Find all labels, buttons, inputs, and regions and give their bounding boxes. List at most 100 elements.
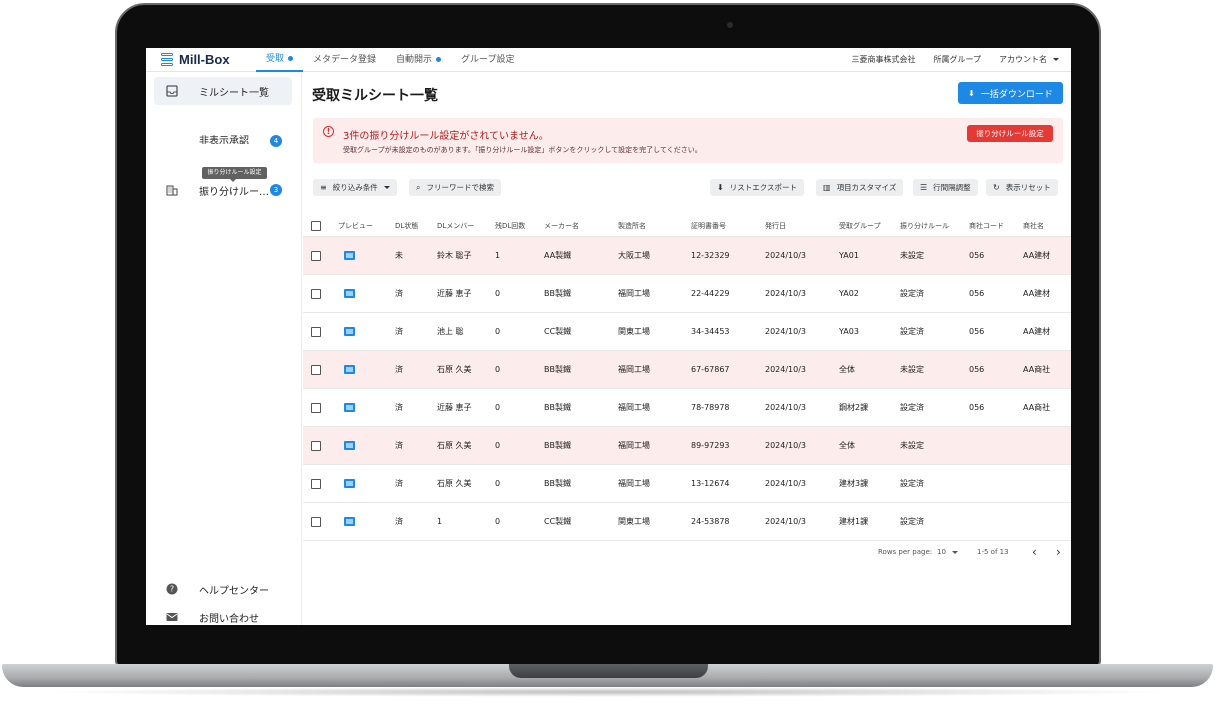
cell-trader-code: 056 bbox=[969, 251, 985, 260]
prev-page-icon[interactable]: ‹ bbox=[1032, 545, 1037, 559]
cell-plant: 関東工場 bbox=[618, 327, 650, 336]
row-checkbox[interactable] bbox=[311, 441, 321, 451]
cell-trader-code: 056 bbox=[969, 403, 985, 412]
cell-maker: BB製鐵 bbox=[544, 289, 571, 298]
bulk-download-button[interactable]: ⬇ 一括ダウンロード bbox=[958, 82, 1063, 104]
caret-down-icon bbox=[383, 186, 390, 189]
header-issue-date[interactable]: 発行日 bbox=[765, 221, 786, 231]
header-preview[interactable]: プレビュー bbox=[338, 221, 373, 231]
laptop-shadow bbox=[40, 687, 1175, 697]
preview-icon[interactable] bbox=[344, 403, 355, 412]
export-button[interactable]: ⬇ リストエクスポート bbox=[710, 179, 804, 196]
row-checkbox[interactable] bbox=[311, 479, 321, 489]
cell-maker: BB製鐵 bbox=[544, 403, 571, 412]
logo[interactable]: Mill-Box bbox=[160, 52, 256, 67]
cell-remaining-dl: 1 bbox=[495, 251, 501, 260]
rows-per-page-select[interactable]: 10 bbox=[937, 548, 958, 556]
table-row[interactable]: 済 近藤 恵子 0 BB製鐵 福岡工場 78-78978 2024/10/3 鋼材2課 設定済 0… bbox=[303, 389, 1071, 427]
sidebar-item-hidden-approval[interactable]: 非表示承認 bbox=[199, 135, 249, 144]
header-remaining-dl[interactable]: 残DL回数 bbox=[495, 221, 525, 231]
header-trader-name[interactable]: 商社名 bbox=[1023, 221, 1044, 231]
table-row[interactable]: 済 池上 聡 0 CC製鐵 関東工場 34-34453 2024/10/3 YA03 設定済 05… bbox=[303, 313, 1071, 351]
filter-label: 絞り込み条件 bbox=[332, 183, 378, 192]
cell-dl-member: 石原 久美 bbox=[437, 365, 472, 374]
tab-metadata[interactable]: メタデータ登録 bbox=[303, 48, 386, 72]
cell-plant: 福岡工場 bbox=[618, 403, 650, 412]
tab-group-settings[interactable]: グループ設定 bbox=[451, 48, 524, 72]
density-icon: ☰ bbox=[920, 183, 928, 192]
header-group[interactable]: 受取グループ bbox=[839, 221, 881, 231]
cell-cert-number: 67-67867 bbox=[691, 365, 730, 374]
header-trader-code[interactable]: 商社コード bbox=[969, 221, 1004, 231]
sidebar-item-help[interactable]: ? ヘルプセンター bbox=[154, 575, 292, 603]
table-row[interactable]: 済 石原 久美 0 BB製鐵 福岡工場 89-97293 2024/10/3 全体 未設定 bbox=[303, 427, 1071, 465]
header-plant[interactable]: 製造所名 bbox=[618, 221, 646, 231]
preview-icon[interactable] bbox=[344, 289, 355, 298]
reset-view-button[interactable]: ↻ 表示リセット bbox=[986, 179, 1058, 196]
filter-button[interactable]: ≡ 絞り込み条件 bbox=[313, 179, 397, 196]
row-checkbox[interactable] bbox=[311, 517, 321, 527]
cell-rule: 設定済 bbox=[900, 517, 924, 526]
cell-group: 鋼材2課 bbox=[839, 403, 869, 412]
next-page-icon[interactable]: › bbox=[1056, 545, 1061, 559]
cell-rule: 設定済 bbox=[900, 403, 924, 412]
row-checkbox[interactable] bbox=[311, 403, 321, 413]
header-dl-status[interactable]: DL状態 bbox=[395, 221, 418, 231]
account-menu[interactable]: アカウント名 bbox=[999, 54, 1059, 65]
account-label: アカウント名 bbox=[999, 55, 1047, 64]
search-icon: ⌕ bbox=[416, 182, 421, 192]
header-cert-number[interactable]: 証明書番号 bbox=[691, 221, 726, 231]
cell-rule: 未設定 bbox=[900, 441, 924, 450]
table-row[interactable]: 済 1 0 CC製鐵 関東工場 24-53878 2024/10/3 建材1課 設定済 bbox=[303, 503, 1071, 541]
preview-icon[interactable] bbox=[344, 365, 355, 374]
top-right: 三菱商事株式会社 所属グループ アカウント名 bbox=[833, 54, 1071, 65]
row-spacing-button[interactable]: ☰ 行間隔調整 bbox=[913, 179, 978, 196]
table-row[interactable]: 済 石原 久美 0 BB製鐵 福岡工場 13-12674 2024/10/3 建材3課 設定済 bbox=[303, 465, 1071, 503]
select-all-checkbox[interactable] bbox=[311, 221, 321, 231]
preview-icon[interactable] bbox=[344, 251, 355, 260]
table-row[interactable]: 済 近藤 恵子 0 BB製鐵 福岡工場 22-44229 2024/10/3 YA02 設定済 0… bbox=[303, 275, 1071, 313]
cell-remaining-dl: 0 bbox=[495, 479, 501, 488]
sidebar-item-millsheet-list[interactable]: ミルシート一覧 bbox=[154, 77, 292, 105]
table-row[interactable]: 済 石原 久美 0 BB製鐵 福岡工場 67-67867 2024/10/3 全体 未設定 056… bbox=[303, 351, 1071, 389]
tab-receive[interactable]: 受取 bbox=[256, 48, 304, 72]
header-dl-member[interactable]: DLメンバー bbox=[437, 221, 474, 231]
table-row[interactable]: 未 鈴木 聡子 1 AA製鐵 大阪工場 12-32329 2024/10/3 YA01 未設定 0… bbox=[303, 237, 1071, 275]
search-button[interactable]: ⌕ フリーワードで検索 bbox=[409, 179, 501, 196]
cell-dl-member: 1 bbox=[437, 517, 443, 526]
cell-plant: 福岡工場 bbox=[618, 289, 650, 298]
row-checkbox[interactable] bbox=[311, 327, 321, 337]
cell-remaining-dl: 0 bbox=[495, 403, 501, 412]
preview-icon[interactable] bbox=[344, 441, 355, 450]
millsheet-table: プレビュー DL状態 DLメンバー 残DL回数 メーカー名 製造所名 証明書番号… bbox=[303, 215, 1071, 541]
cell-group: 建材3課 bbox=[839, 479, 869, 488]
nav-tabs: 受取 メタデータ登録 自動開示 グループ設定 bbox=[256, 48, 525, 72]
cell-issue-date: 2024/10/3 bbox=[765, 479, 807, 488]
bulk-download-label: 一括ダウンロード bbox=[980, 89, 1053, 100]
row-checkbox[interactable] bbox=[311, 251, 321, 261]
download-icon: ⬇ bbox=[968, 88, 975, 98]
row-checkbox[interactable] bbox=[311, 365, 321, 375]
reset-label: 表示リセット bbox=[1005, 183, 1051, 192]
cell-dl-status: 済 bbox=[395, 479, 403, 488]
header-maker[interactable]: メーカー名 bbox=[544, 221, 579, 231]
building-icon bbox=[166, 185, 178, 196]
preview-icon[interactable] bbox=[344, 517, 355, 526]
preview-icon[interactable] bbox=[344, 327, 355, 336]
rule-settings-button[interactable]: 振り分けルール設定 bbox=[967, 125, 1053, 142]
header-rule[interactable]: 振り分けルール bbox=[900, 221, 949, 231]
cell-issue-date: 2024/10/3 bbox=[765, 251, 807, 260]
preview-icon[interactable] bbox=[344, 479, 355, 488]
table-header: プレビュー DL状態 DLメンバー 残DL回数 メーカー名 製造所名 証明書番号… bbox=[303, 215, 1071, 237]
cell-dl-status: 済 bbox=[395, 403, 403, 412]
sidebar-item-label: お問い合わせ bbox=[199, 613, 259, 625]
tab-auto-disclosure[interactable]: 自動開示 bbox=[386, 48, 451, 72]
row-checkbox[interactable] bbox=[311, 289, 321, 299]
sidebar-item-contact[interactable]: お問い合わせ bbox=[154, 603, 292, 625]
cell-maker: BB製鐵 bbox=[544, 365, 571, 374]
customize-button[interactable]: ▥ 項目カスタマイズ bbox=[816, 179, 904, 196]
sidebar-item-label: ヘルプセンター bbox=[199, 585, 269, 597]
group-menu[interactable]: 所属グループ bbox=[933, 54, 981, 65]
sidebar-item-rule-settings[interactable]: 振り分けルー… 3 bbox=[154, 176, 292, 204]
inbox-icon bbox=[166, 85, 178, 97]
